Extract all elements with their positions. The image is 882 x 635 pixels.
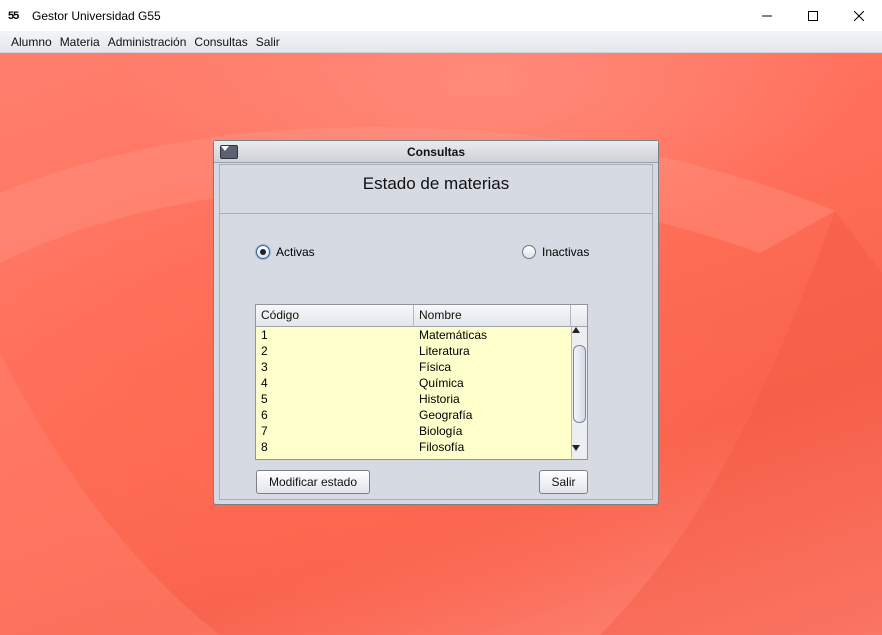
table-row[interactable]: 1 Matemáticas: [256, 327, 570, 343]
arrow-up-icon: [572, 327, 580, 333]
table-row[interactable]: 2 Literatura: [256, 343, 570, 359]
materias-table: Código Nombre 1 Matemáticas 2 Literatura 3…: [255, 304, 588, 460]
scroll-thumb[interactable]: [573, 345, 586, 423]
dialog-title: Consultas: [406, 145, 465, 159]
radio-inactivas[interactable]: Inactivas: [522, 245, 589, 259]
cell-codigo: 8: [261, 440, 268, 454]
table-header: Código Nombre: [256, 305, 587, 327]
cell-codigo: 3: [261, 360, 268, 374]
radio-unselected-icon: [522, 245, 536, 259]
window-controls: [744, 0, 882, 31]
cell-codigo: 5: [261, 392, 268, 406]
salir-button[interactable]: Salir: [539, 470, 588, 494]
table-scrollbar[interactable]: [571, 327, 587, 459]
radio-inactivas-label: Inactivas: [542, 245, 590, 259]
radio-activas[interactable]: Activas: [256, 245, 315, 259]
cell-nombre: Literatura: [419, 344, 470, 358]
cell-codigo: 2: [261, 344, 268, 358]
cell-nombre: Química: [419, 376, 464, 390]
app-logo-icon: 55: [8, 9, 19, 22]
cell-nombre: Biología: [419, 424, 463, 438]
cell-nombre: Matemáticas: [419, 328, 488, 342]
divider: [220, 213, 652, 214]
cell-nombre: Filosofía: [419, 440, 465, 454]
maximize-icon: [808, 10, 818, 21]
radio-activas-label: Activas: [276, 245, 315, 259]
table-row[interactable]: 7 Biología: [256, 423, 570, 439]
menu-administracion[interactable]: Administración: [104, 31, 191, 53]
table-row[interactable]: 8 Filosofía: [256, 439, 570, 455]
window-titlebar: 55 Gestor Universidad G55: [0, 0, 882, 31]
menu-salir[interactable]: Salir: [252, 31, 284, 53]
consultas-dialog: Consultas Estado de materias Activas Ina…: [213, 140, 659, 505]
close-icon: [854, 10, 864, 21]
cell-nombre: Física: [419, 360, 452, 374]
table-row[interactable]: 4 Química: [256, 375, 570, 391]
table-row[interactable]: 5 Historia: [256, 391, 570, 407]
arrow-down-icon: [572, 445, 580, 451]
menubar: Alumno Materia Administración Consultas …: [0, 31, 882, 53]
desktop-background: Consultas Estado de materias Activas Ina…: [0, 53, 882, 635]
dialog-content: Estado de materias Activas Inactivas Cód…: [219, 164, 653, 500]
minimize-icon: [762, 15, 772, 16]
cell-nombre: Historia: [419, 392, 460, 406]
column-header-codigo[interactable]: Código: [256, 305, 414, 327]
table-row[interactable]: 6 Geografía: [256, 407, 570, 423]
table-body: 1 Matemáticas 2 Literatura 3 Física 4 Químic…: [256, 327, 570, 459]
scroll-down-button[interactable]: [572, 445, 587, 459]
window-title: Gestor Universidad G55: [32, 8, 161, 23]
menu-consultas[interactable]: Consultas: [190, 31, 251, 53]
cell-nombre: Geografía: [419, 408, 473, 422]
minimize-button[interactable]: [744, 0, 790, 31]
modificar-estado-button[interactable]: Modificar estado: [256, 470, 370, 494]
cell-codigo: 6: [261, 408, 268, 422]
menu-alumno[interactable]: Alumno: [7, 31, 56, 53]
column-header-nombre[interactable]: Nombre: [414, 305, 571, 327]
page-title: Estado de materias: [362, 174, 510, 193]
maximize-button[interactable]: [790, 0, 836, 31]
table-row[interactable]: 3 Física: [256, 359, 570, 375]
cell-codigo: 4: [261, 376, 268, 390]
radio-selected-icon: [256, 245, 270, 259]
dialog-titlebar: Consultas: [214, 141, 658, 163]
scroll-up-button[interactable]: [572, 327, 587, 341]
close-button[interactable]: [836, 0, 882, 31]
cell-codigo: 7: [261, 424, 268, 438]
menu-materia[interactable]: Materia: [56, 31, 104, 53]
cell-codigo: 1: [261, 328, 268, 342]
